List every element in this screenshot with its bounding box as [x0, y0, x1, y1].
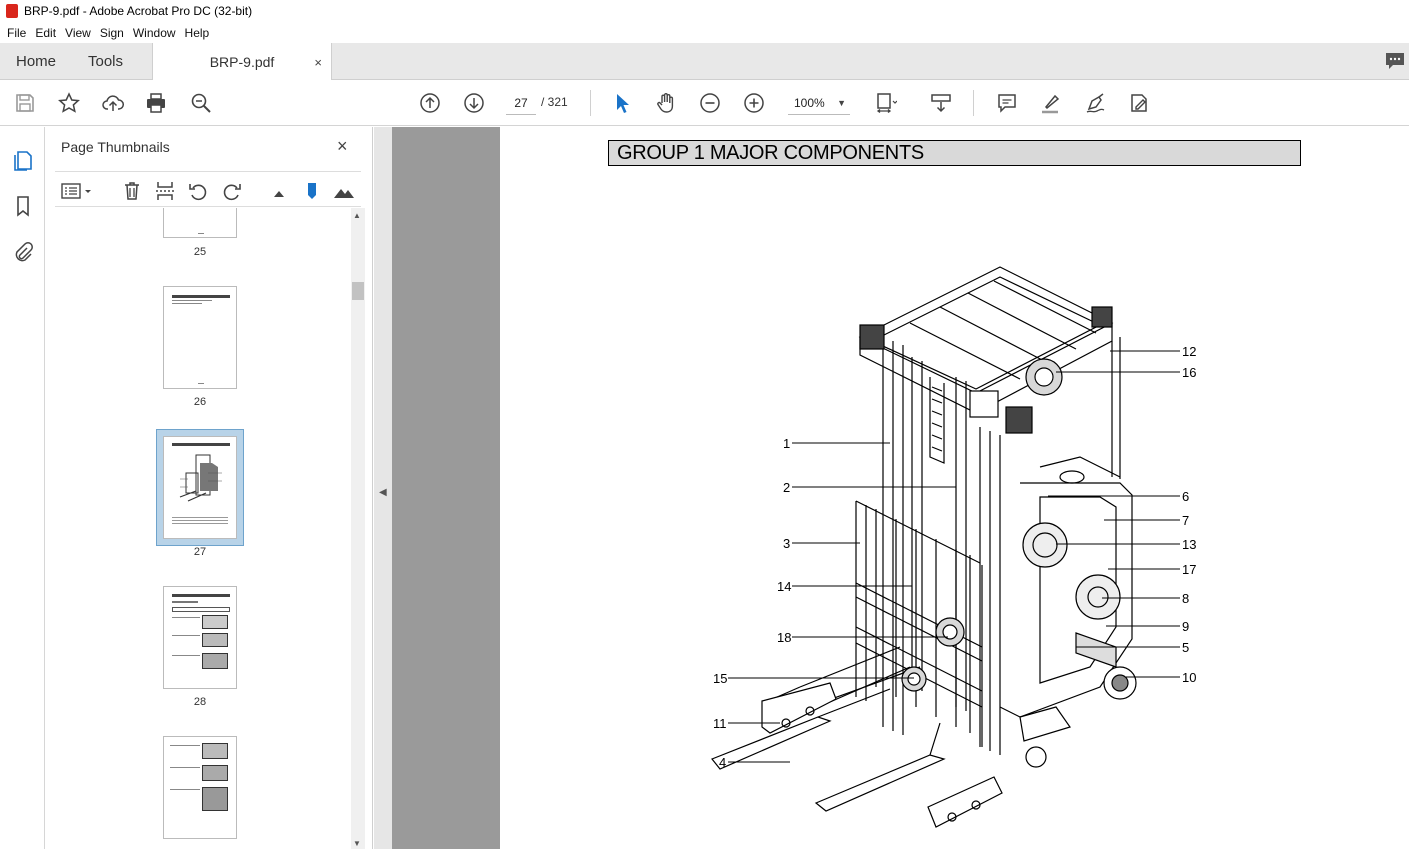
document-background [392, 127, 500, 849]
previous-page-icon[interactable] [417, 90, 443, 116]
menu-help[interactable]: Help [185, 26, 210, 40]
callout-17: 17 [1182, 562, 1197, 577]
left-rail [0, 127, 45, 849]
extract-page-icon[interactable] [154, 180, 176, 202]
page-thumbnails-icon[interactable] [10, 147, 36, 173]
print-icon[interactable] [143, 90, 169, 116]
callout-8: 8 [1182, 591, 1190, 606]
callout-18: 18 [777, 630, 792, 645]
callout-3: 3 [783, 536, 791, 551]
tab-close-icon[interactable]: × [314, 55, 322, 70]
save-icon[interactable] [12, 90, 38, 116]
panel-title: Page Thumbnails [61, 139, 170, 155]
callout-16: 16 [1182, 365, 1197, 380]
callout-15: 15 [713, 671, 728, 686]
bookmark-icon[interactable] [10, 193, 36, 219]
callout-7: 7 [1182, 513, 1190, 528]
page-fit-icon[interactable] [873, 90, 899, 116]
callout-5: 5 [1182, 640, 1190, 655]
menu-bar: File Edit View Sign Window Help [0, 22, 1409, 43]
zoom-out-icon[interactable] [697, 90, 723, 116]
next-page-icon[interactable] [461, 90, 487, 116]
page-total: / 321 [541, 95, 568, 109]
close-icon[interactable]: × [337, 136, 348, 157]
menu-window[interactable]: Window [133, 26, 176, 40]
thumbnail-label: 26 [193, 396, 207, 408]
chevron-down-icon: ▼ [837, 98, 846, 108]
delete-page-icon[interactable] [121, 180, 143, 202]
hand-tool-icon[interactable] [653, 90, 679, 116]
tab-document-label: BRP-9.pdf [209, 54, 275, 70]
rotate-right-icon[interactable] [221, 180, 243, 202]
tab-home[interactable]: Home [16, 43, 56, 80]
forklift-drawing [711, 266, 1180, 828]
page-thumbnail[interactable] [163, 286, 237, 389]
thumbnail-scrollbar[interactable]: ▲ ▼ [351, 208, 365, 849]
toolbar-divider [973, 90, 974, 116]
menu-view[interactable]: View [65, 26, 91, 40]
find-zoom-icon[interactable] [188, 90, 214, 116]
comment-icon[interactable] [994, 90, 1020, 116]
cloud-upload-icon[interactable] [100, 90, 126, 116]
thumbnail-list: 25 26 27 28 [55, 208, 351, 849]
callout-12: 12 [1182, 344, 1197, 359]
scrollbar-thumb[interactable] [352, 282, 364, 300]
thumbnail-toolbar [55, 171, 361, 207]
scroll-down-icon[interactable]: ▼ [353, 839, 361, 848]
options-menu-icon[interactable] [61, 180, 95, 202]
thumbnail-label: 28 [193, 696, 207, 708]
acrobat-pdf-icon [6, 4, 18, 18]
menu-file[interactable]: File [7, 26, 26, 40]
callout-6: 6 [1182, 489, 1190, 504]
callout-13: 13 [1182, 537, 1197, 552]
zoom-level-value: 100% [794, 96, 825, 110]
document-page: GROUP 1 MAJOR COMPONENTS 1 2 3 14 18 15 … [500, 127, 1409, 849]
page-number-input[interactable]: 27 [506, 91, 536, 115]
page-thumbnail[interactable] [163, 736, 237, 839]
callout-9: 9 [1182, 619, 1190, 634]
page-thumbnail[interactable] [163, 208, 237, 238]
thumbnail-label: 25 [193, 246, 207, 258]
tab-bar: Home Tools BRP-9.pdf × [0, 43, 1409, 81]
thumbnails-panel: Page Thumbnails × 25 26 27 28 ▲ ▼ [45, 127, 373, 849]
callout-11: 11 [713, 716, 727, 731]
zoom-level-select[interactable]: 100% ▼ [788, 91, 850, 115]
select-cursor-icon[interactable] [609, 90, 635, 116]
callout-2: 2 [783, 480, 791, 495]
page-thumbnail[interactable] [163, 586, 237, 689]
callout-1: 1 [783, 436, 791, 451]
tab-tools[interactable]: Tools [88, 43, 123, 80]
collapse-arrow-icon[interactable]: ◀ [379, 487, 387, 498]
draw-tool-icon[interactable] [1082, 90, 1108, 116]
callout-4: 4 [719, 755, 727, 770]
window-title: BRP-9.pdf - Adobe Acrobat Pro DC (32-bit… [24, 4, 253, 18]
scrolling-mode-icon[interactable] [928, 90, 954, 116]
thumbnail-label: 27 [193, 546, 207, 558]
title-bar: BRP-9.pdf - Adobe Acrobat Pro DC (32-bit… [0, 0, 1409, 22]
thumbnail-small-icon[interactable] [269, 180, 291, 202]
menu-edit[interactable]: Edit [35, 26, 56, 40]
star-icon[interactable] [56, 90, 82, 116]
highlight-pen-icon[interactable] [1038, 90, 1064, 116]
thumbnail-large-icon[interactable] [333, 180, 355, 202]
fill-sign-icon[interactable] [1126, 90, 1152, 116]
callout-10: 10 [1182, 670, 1197, 685]
attachment-icon[interactable] [10, 239, 36, 265]
rotate-left-icon[interactable] [187, 180, 209, 202]
menu-sign[interactable]: Sign [100, 26, 124, 40]
callout-14: 14 [777, 579, 792, 594]
page-thumbnail-selected[interactable] [157, 430, 243, 545]
thumbnail-slider-icon[interactable] [301, 180, 323, 202]
toolbar-divider [590, 90, 591, 116]
panel-collapse-gutter[interactable]: ◀ [374, 127, 392, 849]
scroll-up-icon[interactable]: ▲ [353, 211, 361, 220]
zoom-in-icon[interactable] [741, 90, 767, 116]
comment-bubble-icon[interactable] [1385, 52, 1405, 70]
tab-document[interactable]: BRP-9.pdf × [152, 43, 332, 81]
